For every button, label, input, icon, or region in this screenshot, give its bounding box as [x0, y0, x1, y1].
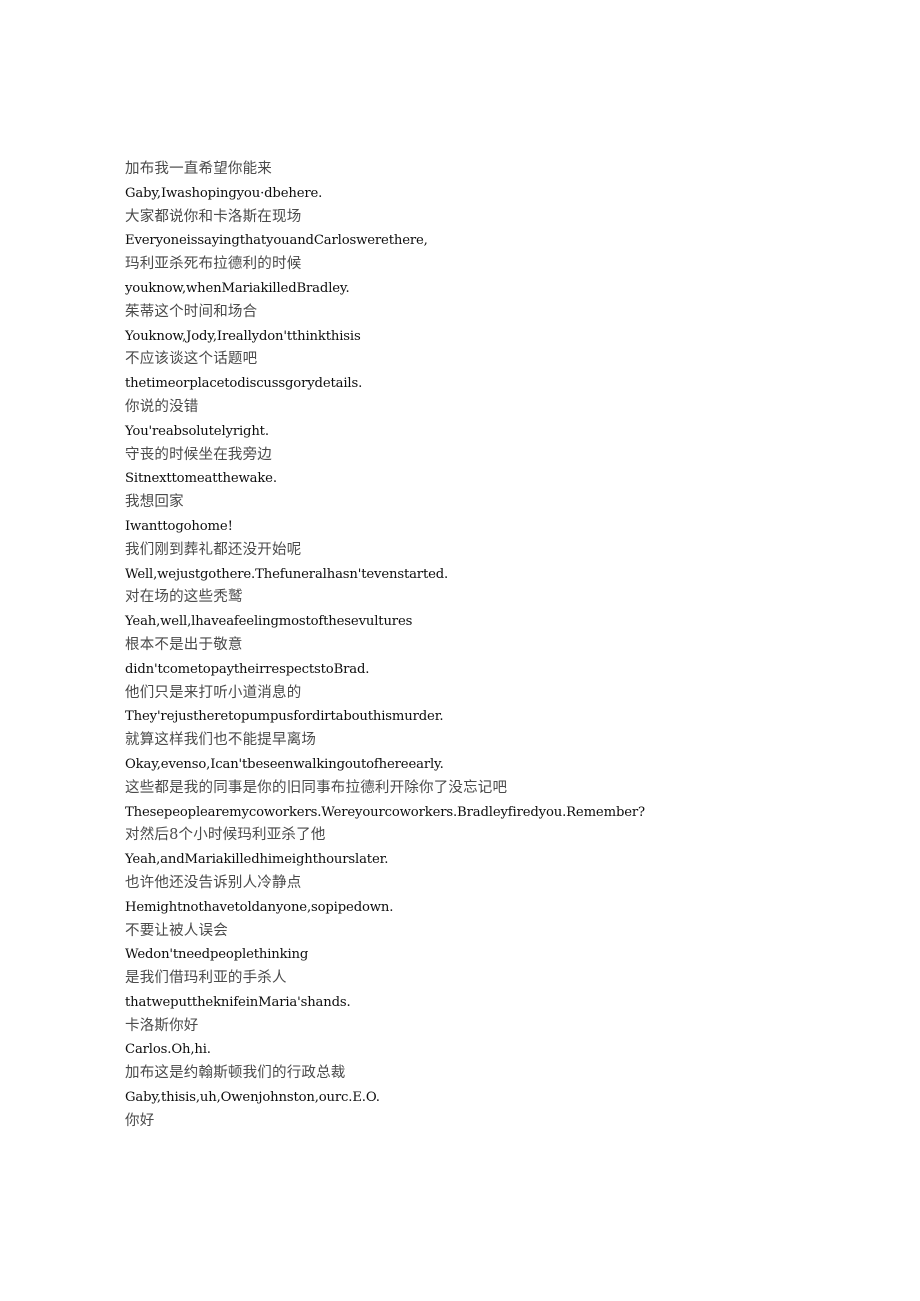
subtitle-line-zh: 大家都说你和卡洛斯在现场 [125, 208, 302, 225]
subtitle-line-en: You'reabsolutelyright. [125, 423, 269, 439]
subtitle-line-zh: 不要让被人误会 [125, 922, 228, 939]
subtitle-line-zh: 我想回家 [125, 494, 184, 511]
subtitle-line-zh: 对在场的这些秃鹫 [125, 589, 243, 606]
subtitle-line-en: Wedon'tneedpeoplethinking [125, 947, 309, 963]
subtitle-line-zh: 茱蒂这个时间和场合 [125, 303, 258, 320]
subtitle-line-en: Well,wejustgothere.Thefuneralhasn'tevens… [125, 566, 449, 582]
subtitle-line-en: Yeah,andMariakilledhimeighthourslater. [125, 852, 389, 868]
subtitle-line-zh: 守丧的时候坐在我旁边 [125, 446, 272, 463]
subtitle-line-zh: 加布这是约翰斯顿我们的行政总裁 [125, 1065, 346, 1082]
subtitle-line-zh: 卡洛斯你好 [125, 1017, 199, 1034]
subtitle-line-en: thetimeorplacetodiscussgorydetails. [125, 376, 363, 392]
subtitle-line-zh: 我们刚到葬礼都还没开始呢 [125, 541, 302, 558]
subtitle-line-en: thatweputtheknifeinMaria'shands. [125, 994, 351, 1010]
subtitle-line-zh: 也许他还没告诉别人冷静点 [125, 874, 302, 891]
subtitle-line-zh: 这些都是我的同事是你的旧同事布拉德利开除你了没忘记吧 [125, 779, 508, 796]
subtitle-line-zh: 就算这样我们也不能提早离场 [125, 732, 317, 749]
subtitle-line-en: They'rejustheretopumpusfordirtabouthismu… [125, 709, 444, 725]
subtitle-line-zh: 对然后8个小时候玛利亚杀了他 [125, 827, 326, 844]
subtitle-line-en: Okay,evenso,Ican'tbeseenwalkingoutofhere… [125, 756, 444, 772]
subtitle-line-zh: 你说的没错 [125, 398, 199, 415]
subtitle-line-en: Gaby,thisis,uh,Owenjohnston,ourc.E.O. [125, 1090, 380, 1106]
subtitle-line-en: Thesepeoplearemycoworkers.Wereyourcowork… [125, 804, 645, 820]
subtitle-line-en: Hemightnothavetoldanyone,sopipedown. [125, 899, 394, 915]
subtitle-line-en: Youknow,Jody,Ireallydon'tthinkthisis [125, 328, 361, 344]
subtitle-line-zh: 不应该谈这个话题吧 [125, 351, 258, 368]
subtitle-line-en: Yeah,well,lhaveafeelingmostofthesevultur… [125, 614, 413, 630]
subtitle-line-zh: 你好 [125, 1112, 155, 1129]
subtitle-transcript: 加布我一直希望你能来 Gaby,Iwashopingyou·dbehere. 大家都… [125, 158, 885, 1134]
subtitle-line-en: Carlos.Oh,hi. [125, 1042, 211, 1058]
subtitle-line-zh: 根本不是出于敬意 [125, 636, 243, 653]
subtitle-line-en: Sitnexttomeatthewake. [125, 471, 277, 487]
subtitle-line-zh: 他们只是来打听小道消息的 [125, 684, 302, 701]
subtitle-line-zh: 玛利亚杀死布拉德利的时候 [125, 256, 302, 273]
subtitle-line-en: EveryoneissayingthatyouandCarloswerether… [125, 233, 428, 249]
subtitle-line-zh: 加布我一直希望你能来 [125, 161, 272, 177]
document-page: 加布我一直希望你能来 Gaby,Iwashopingyou·dbehere. 大家都… [0, 0, 920, 1301]
subtitle-line-zh: 是我们借玛利亚的手杀人 [125, 970, 287, 987]
subtitle-line-en: Gaby,Iwashopingyou·dbehere. [125, 185, 323, 201]
subtitle-line-en: youknow,whenMariakilledBradley. [125, 280, 350, 296]
subtitle-line-en: Iwanttogohome! [125, 518, 233, 534]
subtitle-line-en: didn'tcometopaytheirrespectstoBrad. [125, 661, 370, 677]
